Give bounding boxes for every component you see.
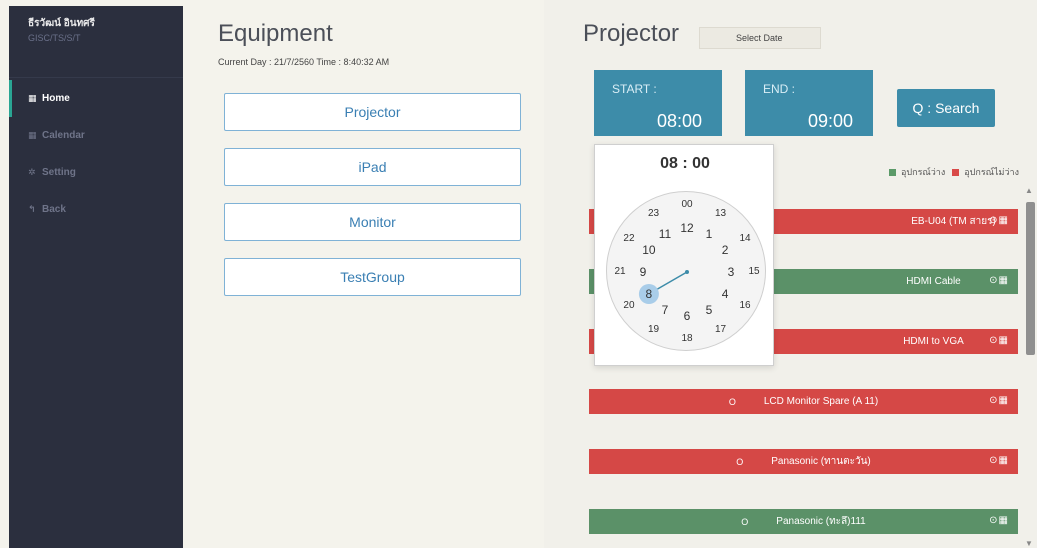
scroll-thumb[interactable]	[1026, 202, 1035, 355]
row-action-icons[interactable]: ⊙▦	[989, 515, 1009, 526]
clock-time-header: 08 : 00	[660, 155, 710, 172]
inner-hour-8[interactable]: 8	[640, 287, 658, 301]
list-scrollbar[interactable]: ▲ ▼	[1023, 186, 1035, 548]
outer-hour-20[interactable]: 20	[620, 299, 638, 313]
equipment-name: HDMI to VGA	[903, 336, 964, 347]
calendar-icon: ▦	[28, 130, 37, 140]
sidebar-item-home[interactable]: ▦ Home	[9, 80, 183, 117]
row-action-icons[interactable]: ⊙▦	[989, 455, 1009, 466]
equipment-name: HDMI Cable	[906, 276, 961, 287]
end-time-value: 09:00	[807, 111, 853, 131]
end-label: END :	[763, 82, 796, 96]
equipment-row[interactable]: O Panasonic (ทะลึ)111 ⊙▦	[589, 509, 1018, 534]
equipment-name: LCD Monitor Spare (A 11)	[763, 396, 879, 407]
inner-hour-2[interactable]: 2	[716, 243, 734, 257]
outer-hour-00[interactable]: 00	[678, 198, 696, 212]
inner-hour-3[interactable]: 3	[722, 265, 740, 279]
row-action-icons[interactable]: ⊙▦	[989, 395, 1009, 406]
search-button[interactable]: Q : Search	[897, 89, 995, 127]
category-button-projector[interactable]: Projector	[224, 93, 521, 131]
available-swatch	[889, 168, 896, 176]
unavailable-swatch	[952, 168, 960, 176]
start-label: START :	[612, 82, 657, 96]
reply-icon: ↰	[28, 204, 36, 214]
legend-available: อุปกรณ์ว่าง	[901, 167, 946, 177]
category-button-testgroup[interactable]: TestGroup	[224, 258, 521, 296]
inner-hour-12[interactable]: 12	[678, 221, 696, 235]
status-circle-icon: O	[741, 516, 749, 527]
outer-hour-19[interactable]: 19	[645, 323, 663, 337]
scroll-up-arrow-icon[interactable]: ▲	[1025, 186, 1033, 195]
category-button-ipad[interactable]: iPad	[224, 148, 521, 186]
user-profile: ธีรวัฒน์ อินทศรี GISC/TS/S/T	[9, 6, 183, 78]
inner-hour-7[interactable]: 7	[656, 303, 674, 317]
sidebar-item-label: Back	[42, 204, 66, 215]
inner-hour-6[interactable]: 6	[678, 309, 696, 323]
equipment-name: Panasonic (ทานตะวัน)	[771, 456, 871, 467]
clock-hand	[638, 270, 689, 304]
row-action-icons[interactable]: ⊙▦	[989, 215, 1009, 226]
user-name: ธีรวัฒน์ อินทศรี	[28, 18, 95, 29]
scroll-down-arrow-icon[interactable]: ▼	[1025, 539, 1033, 548]
projector-title: Projector	[583, 20, 680, 47]
select-date-input[interactable]: Select Date	[699, 27, 821, 49]
start-time-value: 08:00	[656, 111, 702, 131]
outer-hour-13[interactable]: 13	[712, 207, 730, 221]
inner-hour-9[interactable]: 9	[634, 265, 652, 279]
inner-hour-4[interactable]: 4	[716, 287, 734, 301]
outer-hour-18[interactable]: 18	[678, 332, 696, 346]
equipment-title: Equipment	[218, 20, 333, 47]
current-datetime: Current Day : 21/7/2560 Time : 8:40:32 A…	[218, 57, 390, 67]
clock-face[interactable]: 00 13 14 15 16 17 18 19 20 21 22 23 12 1 2 3 4 5 6 7 8 9 10 11	[606, 191, 766, 351]
sidebar-item-setting[interactable]: ✲ Setting	[9, 154, 183, 191]
legend-unavailable: อุปกรณ์ไม่ว่าง	[964, 167, 1019, 177]
sidebar-item-label: Calendar	[42, 130, 85, 141]
outer-hour-14[interactable]: 14	[736, 232, 754, 246]
sidebar-item-back[interactable]: ↰ Back	[9, 191, 183, 228]
outer-hour-23[interactable]: 23	[645, 207, 663, 221]
category-button-monitor[interactable]: Monitor	[224, 203, 521, 241]
user-code: GISC/TS/S/T	[28, 33, 81, 43]
gear-icon: ✲	[28, 167, 36, 177]
sidebar-item-label: Home	[42, 93, 70, 104]
equipment-name: EB-U04 (TM สายร)	[911, 216, 996, 227]
row-action-icons[interactable]: ⊙▦	[989, 275, 1009, 286]
outer-hour-22[interactable]: 22	[620, 232, 638, 246]
equipment-name: Panasonic (ทะลึ)111	[776, 516, 866, 527]
equipment-row[interactable]: O Panasonic (ทานตะวัน) ⊙▦	[589, 449, 1018, 474]
outer-hour-21[interactable]: 21	[611, 265, 629, 279]
end-time-picker[interactable]: END : 09:00	[745, 70, 873, 136]
availability-legend: อุปกรณ์ว่าง อุปกรณ์ไม่ว่าง	[889, 165, 1019, 179]
outer-hour-17[interactable]: 17	[712, 323, 730, 337]
inner-hour-1[interactable]: 1	[700, 227, 718, 241]
inner-hour-10[interactable]: 10	[640, 243, 658, 257]
sidebar-item-calendar[interactable]: ▦ Calendar	[9, 117, 183, 154]
sidebar-item-label: Setting	[42, 167, 76, 178]
outer-hour-15[interactable]: 15	[745, 265, 763, 279]
time-picker-popup: 08 : 00 00 13 14 15 16 17 18 19 20 21 22 23 12 1 2 3 4 5 6…	[594, 144, 774, 366]
inner-hour-5[interactable]: 5	[700, 303, 718, 317]
row-action-icons[interactable]: ⊙▦	[989, 335, 1009, 346]
equipment-row[interactable]: O LCD Monitor Spare (A 11) ⊙▦	[589, 389, 1018, 414]
inner-hour-11[interactable]: 11	[656, 227, 674, 241]
outer-hour-16[interactable]: 16	[736, 299, 754, 313]
grid-icon: ▦	[28, 93, 37, 103]
start-time-picker[interactable]: START : 08:00	[594, 70, 722, 136]
status-circle-icon: O	[736, 456, 744, 467]
sidebar: ธีรวัฒน์ อินทศรี GISC/TS/S/T ▦ Home ▦ Ca…	[9, 6, 183, 548]
status-circle-icon: O	[728, 396, 736, 407]
